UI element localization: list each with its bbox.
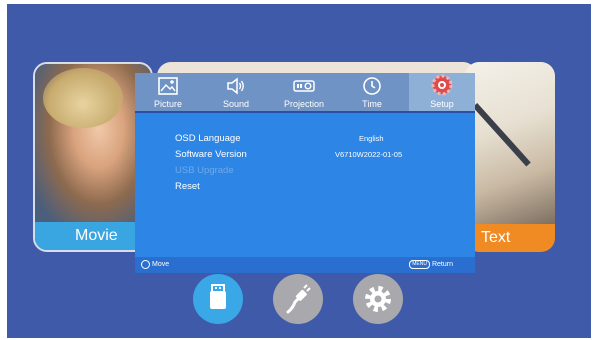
tab-projection[interactable]: Projection bbox=[271, 73, 337, 113]
tab-picture-label: Picture bbox=[153, 99, 182, 109]
dialog-footer: Move MENU Return bbox=[135, 257, 475, 273]
usb-icon bbox=[210, 284, 226, 309]
tab-setup-label: Setup bbox=[430, 99, 454, 109]
menu-item-osd-language[interactable]: OSD Language bbox=[175, 133, 241, 145]
text-card-label: Text bbox=[465, 224, 555, 252]
gear-icon bbox=[365, 286, 391, 312]
movie-card-photo-detail bbox=[43, 68, 123, 128]
text-card[interactable]: Text bbox=[465, 62, 555, 252]
cable-source-button[interactable] bbox=[273, 274, 323, 324]
setup-panel: OSD Language English Software Version V6… bbox=[135, 113, 475, 257]
tab-sound-label: Sound bbox=[222, 99, 250, 109]
cable-icon bbox=[286, 284, 311, 314]
projector-icon bbox=[293, 76, 315, 96]
movie-card-label: Movie bbox=[35, 222, 151, 250]
menu-key-icon: MENU bbox=[409, 259, 430, 269]
tab-time[interactable]: Time bbox=[339, 73, 405, 113]
tab-setup[interactable]: Setup bbox=[409, 73, 475, 113]
tab-time-label: Time bbox=[362, 99, 382, 109]
tab-picture[interactable]: Picture bbox=[135, 73, 201, 113]
dpad-icon bbox=[141, 259, 150, 269]
menu-item-reset[interactable]: Reset bbox=[175, 181, 200, 193]
move-hint-label: Move bbox=[152, 261, 170, 268]
settings-button[interactable] bbox=[353, 274, 403, 324]
move-hint: Move bbox=[141, 259, 169, 271]
return-hint: MENU Return bbox=[409, 259, 453, 271]
usb-source-button[interactable] bbox=[193, 274, 243, 324]
software-version-value: V6710W2022-01-05 bbox=[335, 150, 403, 159]
picture-icon bbox=[157, 76, 179, 96]
osd-language-value: English bbox=[359, 134, 384, 143]
menu-item-software-version[interactable]: Software Version bbox=[175, 149, 247, 161]
settings-dialog: Picture Sound Projection Time Setup OSD … bbox=[135, 73, 475, 273]
speaker-icon bbox=[225, 76, 247, 96]
clock-icon bbox=[361, 76, 383, 96]
tab-projection-label: Projection bbox=[283, 99, 325, 109]
tab-sound[interactable]: Sound bbox=[203, 73, 269, 113]
settings-tab-bar: Picture Sound Projection Time Setup bbox=[135, 73, 475, 113]
return-hint-label: Return bbox=[431, 261, 453, 268]
tv-screen: Movie Text Picture Sound Projection Time… bbox=[7, 4, 591, 338]
setup-gear-icon bbox=[429, 73, 455, 97]
menu-item-usb-upgrade: USB Upgrade bbox=[175, 165, 234, 176]
